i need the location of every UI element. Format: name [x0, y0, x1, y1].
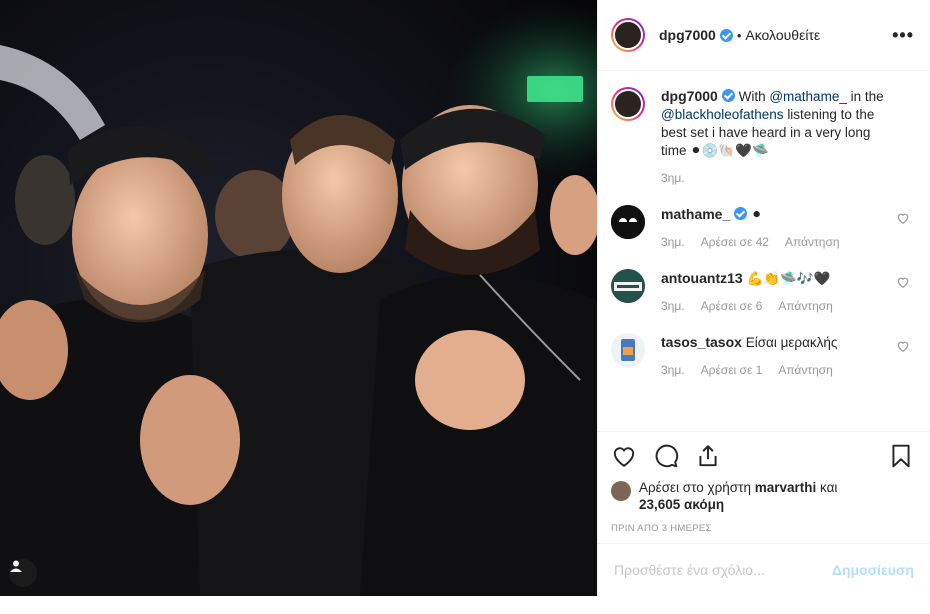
- comment-meta: 3ημ. Αρέσει σε 42 Απάντηση: [661, 233, 890, 251]
- follow-status[interactable]: Ακολουθείτε: [745, 27, 820, 43]
- comment-item: mathame_ ⚫ 3ημ. Αρέσει σε 42 Απάντηση: [611, 205, 914, 251]
- post-sidebar: dpg7000 • Ακολουθείτε ••• dpg7000 With @…: [597, 0, 930, 596]
- more-options-icon[interactable]: •••: [892, 25, 914, 46]
- caption-text-2: in the: [850, 89, 884, 104]
- user-tag-icon: [10, 560, 22, 572]
- share-icon[interactable]: [695, 443, 721, 469]
- likes-conj: και: [820, 480, 838, 495]
- action-bar: [611, 432, 914, 480]
- photo-illustration: [0, 0, 597, 596]
- comment-likes[interactable]: Αρέσει σε 1: [701, 361, 763, 379]
- comment-text: Είσαι μερακλής: [745, 335, 838, 350]
- caption-meta: 3ημ.: [661, 169, 890, 187]
- comment-body: mathame_ ⚫ 3ημ. Αρέσει σε 42 Απάντηση: [661, 205, 914, 251]
- caption-avatar[interactable]: [611, 87, 645, 121]
- likes-prefix: Αρέσει στο χρήστη: [639, 480, 751, 495]
- comments-list: dpg7000 With @mathame_ in the @blackhole…: [598, 71, 930, 431]
- verified-icon: [734, 207, 748, 220]
- likes-count[interactable]: 23,605 ακόμη: [639, 497, 724, 512]
- verified-icon: [721, 89, 735, 102]
- post-timestamp[interactable]: ΠΡΙΝ ΑΠΟ 3 ΗΜΕΡΕΣ: [611, 523, 914, 534]
- comment-input[interactable]: Προσθέστε ένα σχόλιο...: [614, 562, 832, 578]
- liker-username[interactable]: marvarthi: [755, 480, 817, 495]
- comment-likes[interactable]: Αρέσει σε 6: [701, 297, 763, 315]
- post-comment-button[interactable]: Δημοσίευση: [832, 562, 914, 578]
- comment-icon[interactable]: [653, 443, 679, 469]
- caption-author[interactable]: dpg7000: [661, 88, 718, 104]
- commenter-photo-icon: [611, 333, 645, 367]
- comment-age[interactable]: 3ημ.: [661, 233, 685, 251]
- comment-meta: 3ημ. Αρέσει σε 6 Απάντηση: [661, 297, 890, 315]
- caption: dpg7000 With @mathame_ in the @blackhole…: [611, 87, 914, 187]
- comment-body: antouantz13 💪👏🛸🎶🖤 3ημ. Αρέσει σε 6 Απάντ…: [661, 269, 914, 315]
- post-header: dpg7000 • Ακολουθείτε •••: [598, 0, 930, 71]
- heart-icon[interactable]: [611, 443, 637, 469]
- comment-text: 💪👏🛸🎶🖤: [746, 271, 831, 286]
- caption-body: dpg7000 With @mathame_ in the @blackhole…: [661, 87, 914, 187]
- liker-avatar[interactable]: [611, 481, 631, 501]
- comment-username[interactable]: tasos_tasox: [661, 334, 742, 350]
- commenter-avatar[interactable]: [611, 333, 645, 367]
- caption-emojis: ⚫💿🐚🖤🛸: [690, 143, 769, 158]
- comment-like-heart-icon[interactable]: [896, 275, 910, 289]
- caption-text-1: With: [738, 89, 766, 104]
- bookmark-icon[interactable]: [888, 443, 914, 469]
- commenter-avatar[interactable]: [611, 269, 645, 303]
- reply-button[interactable]: Απάντηση: [785, 233, 840, 251]
- user-tag-button[interactable]: [9, 559, 37, 587]
- likes-summary: Αρέσει στο χρήστη marvarthi και 23,605 α…: [611, 479, 914, 513]
- comment-username[interactable]: mathame_: [661, 206, 730, 222]
- comment-age[interactable]: 3ημ.: [661, 297, 685, 315]
- reply-button[interactable]: Απάντηση: [778, 361, 833, 379]
- mention-link-1[interactable]: @mathame_: [769, 89, 847, 104]
- add-comment-bar: Προσθέστε ένα σχόλιο... Δημοσίευση: [598, 543, 930, 596]
- comment-item: tasos_tasox Είσαι μερακλής 3ημ. Αρέσει σ…: [611, 333, 914, 379]
- comment-like-heart-icon[interactable]: [896, 211, 910, 225]
- commenter-avatar[interactable]: [611, 205, 645, 239]
- comment-text: ⚫: [751, 207, 763, 222]
- mention-link-2[interactable]: @blackholeofathens: [661, 107, 784, 122]
- author-info: dpg7000 • Ακολουθείτε: [659, 27, 820, 43]
- athens-badge-icon: [611, 269, 645, 303]
- mathame-logo-icon: [611, 205, 645, 239]
- reply-button[interactable]: Απάντηση: [778, 297, 833, 315]
- post-photo[interactable]: [0, 0, 597, 596]
- comment-likes[interactable]: Αρέσει σε 42: [701, 233, 769, 251]
- likes-text: Αρέσει στο χρήστη marvarthi και 23,605 α…: [639, 479, 837, 513]
- separator-dot: •: [736, 27, 742, 43]
- comment-body: tasos_tasox Είσαι μερακλής 3ημ. Αρέσει σ…: [661, 333, 914, 379]
- author-username[interactable]: dpg7000: [659, 27, 716, 43]
- post-actions: Αρέσει στο χρήστη marvarthi και 23,605 α…: [598, 431, 930, 534]
- comment-username[interactable]: antouantz13: [661, 270, 743, 286]
- comment-age[interactable]: 3ημ.: [661, 361, 685, 379]
- comment-like-heart-icon[interactable]: [896, 339, 910, 353]
- verified-icon: [719, 28, 733, 42]
- author-avatar[interactable]: [611, 18, 645, 52]
- caption-age[interactable]: 3ημ.: [661, 169, 685, 187]
- comment-item: antouantz13 💪👏🛸🎶🖤 3ημ. Αρέσει σε 6 Απάντ…: [611, 269, 914, 315]
- comment-meta: 3ημ. Αρέσει σε 1 Απάντηση: [661, 361, 890, 379]
